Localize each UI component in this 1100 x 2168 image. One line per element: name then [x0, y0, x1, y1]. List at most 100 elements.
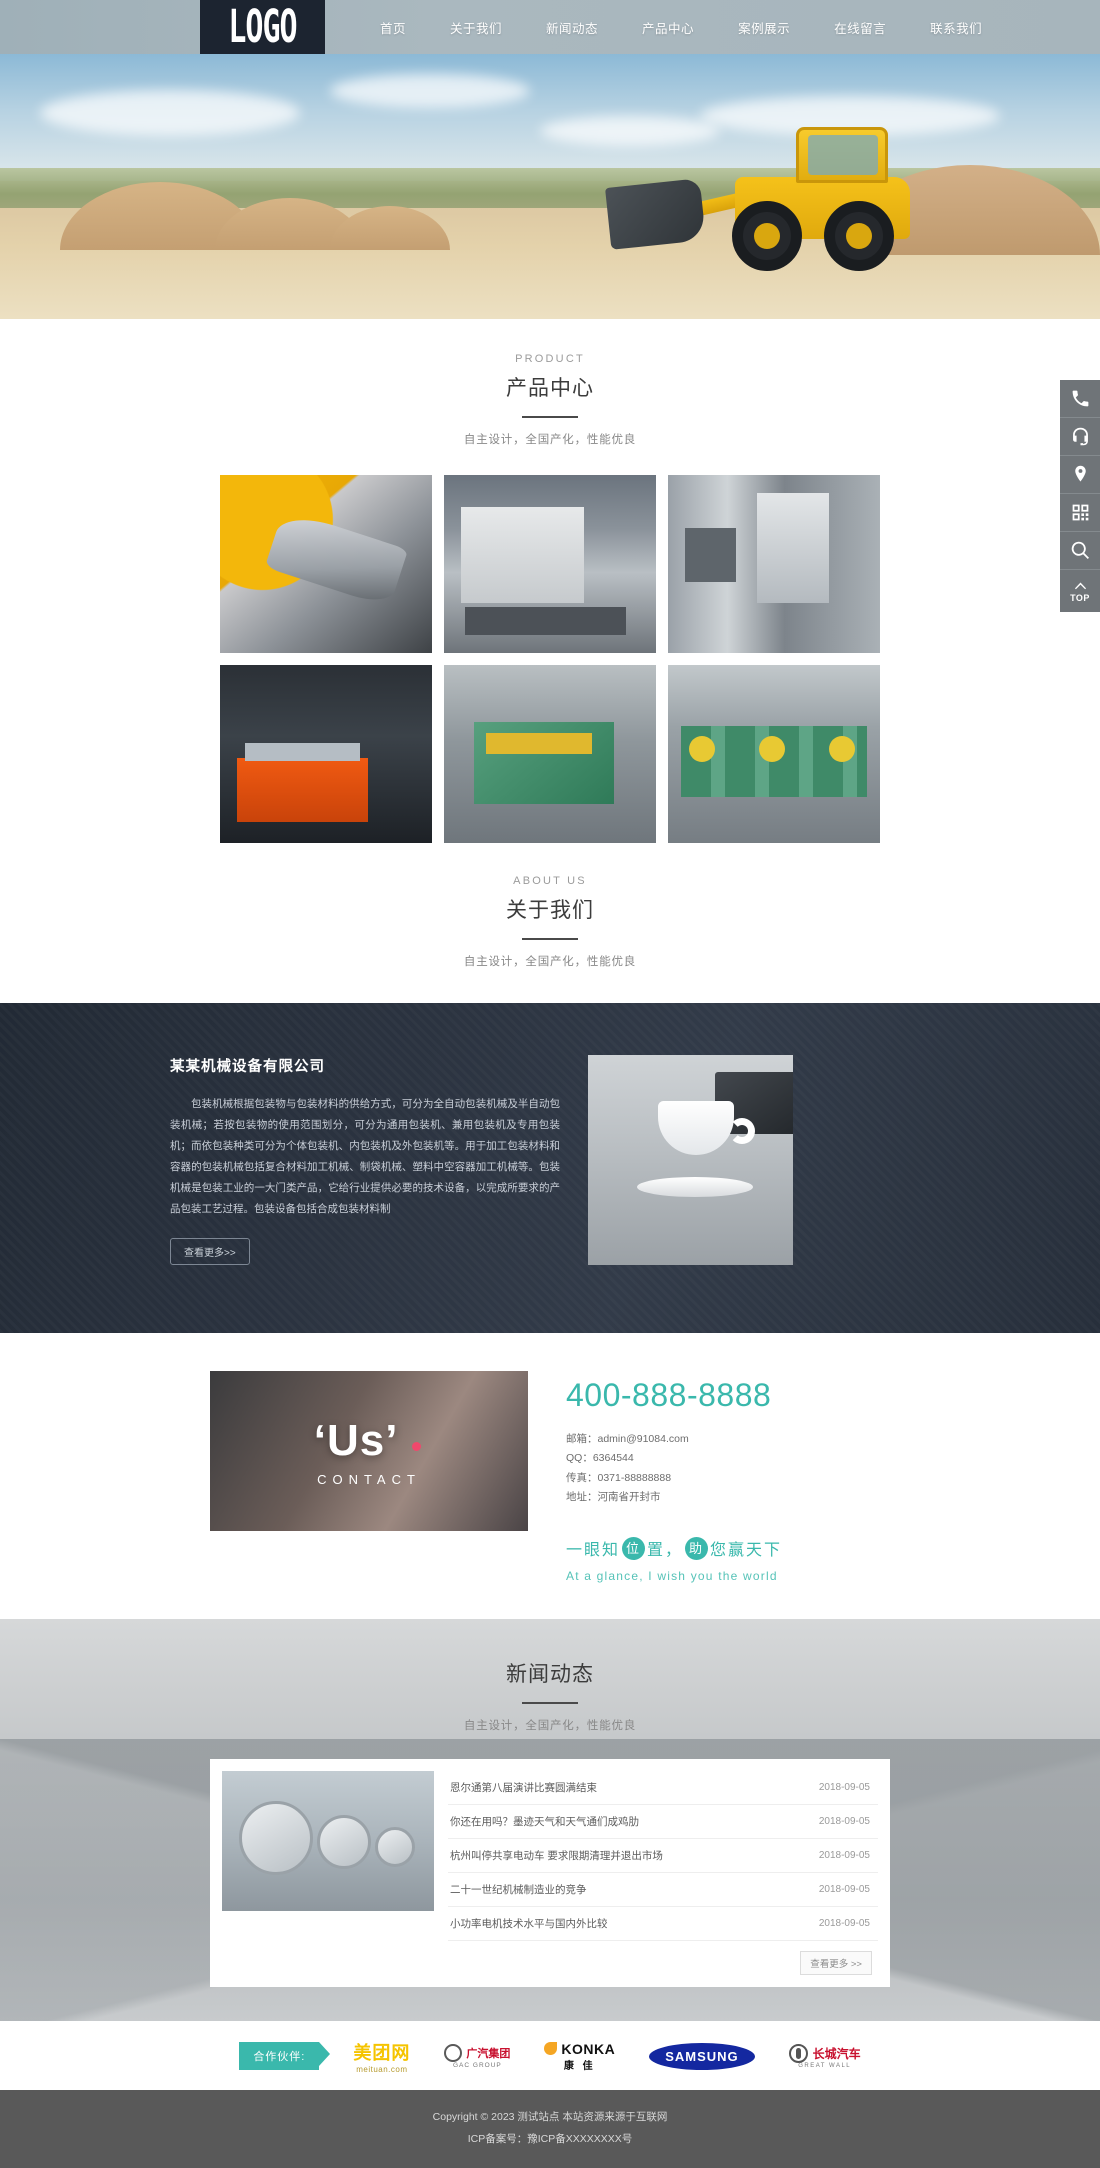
news-feature-image [222, 1770, 434, 1911]
product-section: PRODUCT 产品中心 自主设计，全国产化，性能优良 [0, 319, 1100, 843]
site-header: LOGO 首页 关于我们 新闻动态 产品中心 案例展示 在线留言 联系我们 [0, 0, 1100, 54]
contact-image: ‘Us’ CONTACT [210, 1371, 528, 1531]
hotline-number[interactable]: 400-888-8888 [566, 1377, 782, 1414]
location-icon [1074, 465, 1086, 482]
heading-divider [522, 1701, 578, 1704]
heading-divider [522, 938, 578, 940]
chevron-up-icon [1074, 582, 1086, 590]
accent-dot [412, 1441, 422, 1451]
loader-window [808, 135, 878, 175]
contact-qq: QQ：6364544 [566, 1452, 634, 1465]
nav-item-contact[interactable]: 联系我们 [930, 18, 982, 37]
product-image [220, 475, 432, 653]
about-heading-en: ABOUT US [513, 875, 587, 887]
news-item[interactable]: 二十一世纪机械制造业的竞争 2018-09-05 [448, 1873, 878, 1907]
news-item-date: 2018-09-05 [818, 1917, 870, 1929]
product-image [668, 665, 880, 843]
contact-image-title: ‘Us’ [314, 1416, 425, 1466]
nav-item-message[interactable]: 在线留言 [834, 18, 886, 37]
sidebar-phone-button[interactable] [1060, 380, 1100, 418]
news-item-title: 恩尔通第八届演讲比赛圆满结束 [450, 1781, 597, 1794]
news-item-title: 你还在用吗？墨迹天气和天气通们成鸡肋 [450, 1815, 639, 1828]
contact-address: 地址：河南省开封市 [566, 1491, 661, 1504]
wheel-loader-illustration [600, 111, 930, 271]
news-item[interactable]: 小功率电机技术水平与国内外比较 2018-09-05 [448, 1907, 878, 1941]
partner-meituan-url: meituan.com [356, 2064, 408, 2074]
product-card[interactable] [220, 475, 432, 653]
product-image [444, 475, 656, 653]
partner-greatwall-en: GREAT WALL [798, 2062, 852, 2069]
about-heading-section: ABOUT US 关于我们 自主设计，全国产化，性能优良 [0, 843, 1100, 1003]
news-item-date: 2018-09-05 [818, 1781, 870, 1793]
about-subtitle: 自主设计，全国产化，性能优良 [463, 956, 637, 968]
footer-icp[interactable]: ICP备案号：豫ICP备XXXXXXXX号 [0, 2128, 1100, 2150]
slogan-part-a: 一眼知 [566, 1541, 621, 1559]
product-card[interactable] [668, 665, 880, 843]
slogan-badge-location: 位 [622, 1536, 646, 1560]
news-more-button[interactable]: 查看更多 >> [800, 1950, 872, 1975]
nav-item-news[interactable]: 新闻动态 [546, 18, 598, 37]
news-item[interactable]: 恩尔通第八届演讲比赛圆满结束 2018-09-05 [448, 1771, 878, 1805]
nav-item-products[interactable]: 产品中心 [642, 18, 694, 37]
sidebar-qrcode-button[interactable] [1060, 494, 1100, 532]
cup-handle-decoration [729, 1118, 756, 1144]
product-card[interactable] [444, 665, 656, 843]
konka-emblem-icon [544, 2042, 558, 2056]
contact-us-word: Us [326, 1415, 386, 1465]
product-image [444, 665, 656, 843]
contact-details: 400-888-8888 邮箱：admin@91084.com QQ：63645… [566, 1371, 782, 1583]
news-item[interactable]: 你还在用吗？墨迹天气和天气通们成鸡肋 2018-09-05 [448, 1805, 878, 1839]
slogan-chinese: 一眼知位置，助您赢天下 [566, 1536, 782, 1560]
contact-fax: 传真：0371-88888888 [566, 1471, 672, 1484]
partner-logo-samsung[interactable]: SAMSUNG [649, 2042, 755, 2070]
product-card[interactable] [444, 475, 656, 653]
nav-item-about[interactable]: 关于我们 [450, 18, 502, 37]
about-more-button[interactable]: 查看更多>> [170, 1238, 250, 1265]
product-card[interactable] [668, 475, 880, 653]
news-section: 新闻动态 自主设计，全国产化，性能优良 恩尔通第八届演讲比赛圆满结束 2018-… [0, 1618, 1100, 2021]
product-image [668, 475, 880, 653]
site-logo[interactable]: LOGO [200, 0, 325, 54]
headset-icon [1072, 427, 1088, 446]
greatwall-emblem-icon [788, 2043, 808, 2063]
nav-item-cases[interactable]: 案例展示 [738, 18, 790, 37]
cloud-decoration [330, 74, 530, 108]
partner-greatwall-name: 长城汽车 [812, 2046, 861, 2061]
sidebar-back-to-top-button[interactable]: TOP [1060, 570, 1100, 612]
product-subtitle: 自主设计，全国产化，性能优良 [463, 434, 637, 446]
news-subtitle: 自主设计，全国产化，性能优良 [463, 1719, 637, 1732]
back-to-top-label: TOP [1070, 593, 1090, 603]
partner-meituan-name: 美团网 [353, 2042, 411, 2063]
nav-item-home[interactable]: 首页 [380, 18, 406, 37]
slogan-badge-help: 助 [685, 1536, 709, 1560]
site-footer: Copyright © 2023 测试站点 本站资源来源于互联网 ICP备案号：… [0, 2089, 1100, 2168]
news-item-title: 小功率电机技术水平与国内外比较 [450, 1917, 608, 1930]
news-list: 恩尔通第八届演讲比赛圆满结束 2018-09-05 你还在用吗？墨迹天气和天气通… [448, 1771, 878, 1975]
partner-konka-cn: 康 佳 [563, 2060, 596, 2072]
sidebar-service-button[interactable] [1060, 418, 1100, 456]
coffee-cup-decoration [657, 1101, 734, 1156]
partner-logo-meituan[interactable]: 美团网 meituan.com [353, 2039, 410, 2074]
satellite-dish-decoration [238, 1801, 313, 1876]
partner-logo-greatwall[interactable]: 长城汽车 GREAT WALL [788, 2043, 861, 2069]
partner-logo-gac[interactable]: 广汽集团 GAC GROUP [444, 2043, 511, 2069]
about-text-column: 某某机械设备有限公司 包装机械根据包装物与包装材料的供给方式，可分为全自动包装机… [170, 1055, 560, 1265]
sidebar-location-button[interactable] [1060, 456, 1100, 494]
satellite-dish-decoration [374, 1826, 415, 1867]
news-item-date: 2018-09-05 [818, 1883, 870, 1895]
company-name: 某某机械设备有限公司 [170, 1059, 325, 1075]
product-card[interactable] [220, 665, 432, 843]
company-description: 包装机械根据包装物与包装材料的供给方式，可分为全自动包装机械及半自动包装机械；若… [170, 1098, 560, 1215]
contact-image-subtitle: CONTACT [317, 1471, 421, 1487]
news-heading-cn: 新闻动态 [506, 1662, 594, 1686]
satellite-dish-decoration [317, 1815, 372, 1870]
partner-logo-konka[interactable]: KONKA 康 佳 [544, 2041, 615, 2072]
news-item-title: 杭州叫停共享电动车 要求限期清理并退出市场 [450, 1849, 663, 1862]
main-navigation: 首页 关于我们 新闻动态 产品中心 案例展示 在线留言 联系我们 [380, 0, 982, 54]
partner-gac-en: GAC GROUP [453, 2061, 502, 2069]
slogan-english: At a glance, I wish you the world [566, 1568, 778, 1583]
sidebar-search-button[interactable] [1060, 532, 1100, 570]
qrcode-icon [1072, 504, 1088, 521]
news-item[interactable]: 杭州叫停共享电动车 要求限期清理并退出市场 2018-09-05 [448, 1839, 878, 1873]
partner-gac-name: 广汽集团 [466, 2047, 511, 2060]
